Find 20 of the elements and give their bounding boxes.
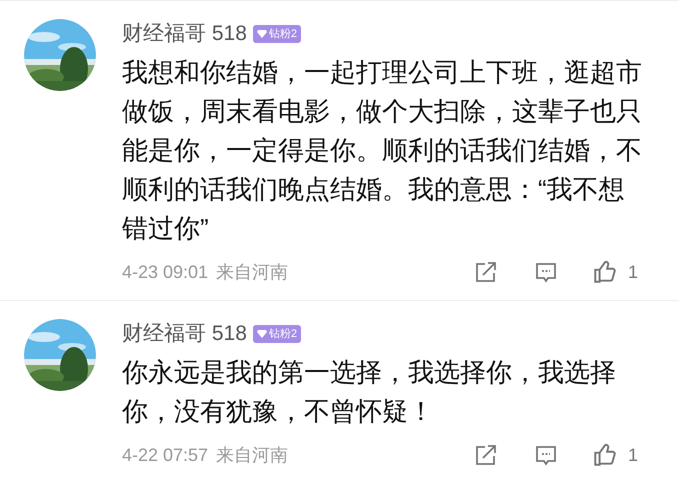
comment-text: 你永远是我的第一选择，我选择你，我选择你，没有犹豫，不曾怀疑！: [122, 356, 617, 428]
share-icon[interactable]: [474, 443, 498, 467]
comment-location: 来自河南: [216, 260, 288, 284]
thumbs-up-icon[interactable]: [592, 442, 618, 468]
author-name[interactable]: 财经福哥 518: [122, 318, 247, 350]
diamond-icon: [256, 330, 267, 338]
comment-time: 4-23 09:01: [122, 260, 208, 284]
comment-icon[interactable]: [534, 443, 558, 467]
badge-label: 钻粉2: [268, 326, 297, 342]
thumbs-up-icon[interactable]: [592, 259, 618, 285]
comment-icon[interactable]: [534, 260, 558, 284]
diamond-icon: [256, 30, 267, 38]
comment-time: 4-22 07:57: [122, 444, 208, 466]
like-count: 1: [628, 444, 638, 466]
comment-location: 来自河南: [216, 444, 288, 466]
badge-label: 钻粉2: [268, 26, 297, 42]
like-count: 1: [628, 260, 638, 284]
comment-text: 我想和你结婚，一起打理公司上下班，逛超市做饭，周末看电影，做个大扫除，这辈子也只能是你，一定得是你。顺利的话我们结婚，不顺利的话我们晚点结婚。我的意思：“我不想错过你”: [122, 56, 643, 245]
author-name[interactable]: 财经福哥 518: [122, 18, 247, 50]
share-icon[interactable]: [474, 260, 498, 284]
